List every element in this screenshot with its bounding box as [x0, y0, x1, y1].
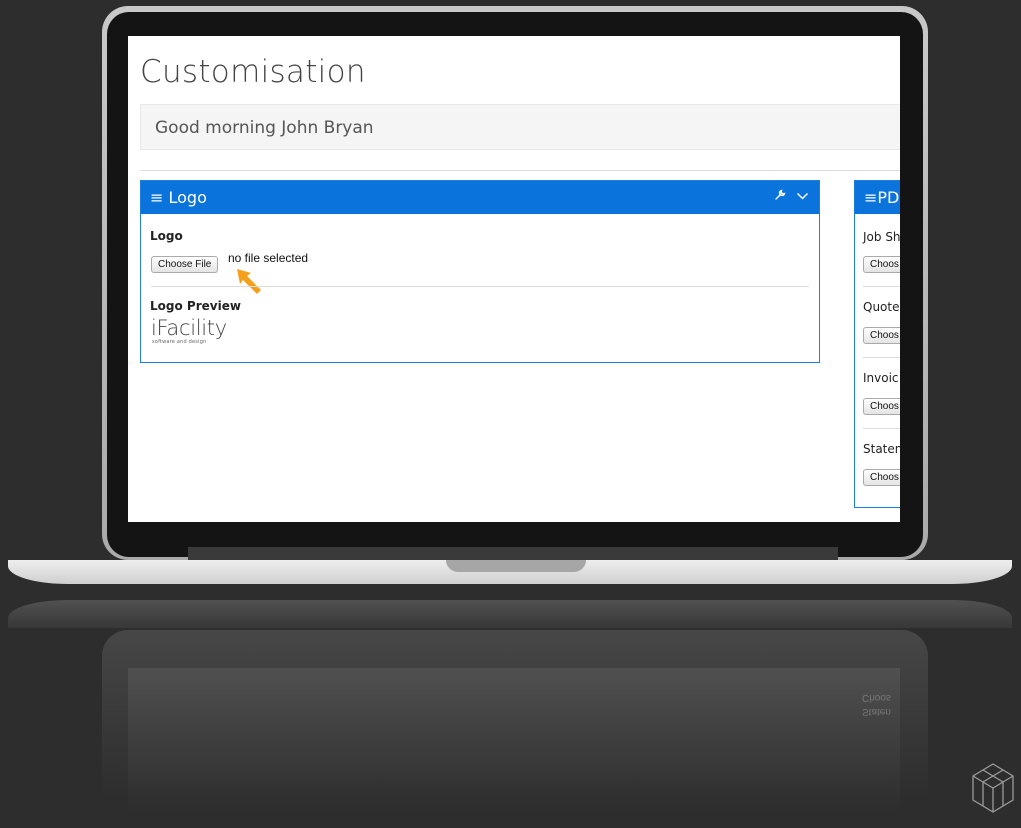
greeting-text: Good morning John Bryan: [155, 118, 374, 138]
app-screen: Customisation Good morning John Bryan ≡ …: [128, 36, 900, 522]
choose-file-button[interactable]: Choose File: [151, 256, 219, 273]
section-divider: [151, 286, 809, 287]
hamburger-menu-icon[interactable]: ≡: [864, 188, 877, 207]
laptop-chin: [188, 547, 838, 561]
section-divider: [863, 286, 900, 287]
hexagon-cube-icon: [972, 763, 1014, 813]
pdf-row-label: Quote: [863, 300, 900, 314]
file-status-text: no file selected: [228, 251, 309, 265]
logo-field-label: Logo: [150, 229, 183, 243]
divider: [140, 170, 900, 171]
logo-panel-header: ≡ Logo: [141, 181, 819, 214]
pdf-choose-button[interactable]: Choos: [863, 398, 900, 415]
panel-tools: [774, 189, 809, 204]
logo-panel: ≡ Logo Logo Choose File no file selected…: [140, 180, 820, 363]
pdf-panel-header: ≡PD: [855, 181, 900, 214]
pointer-arrow-icon: [237, 269, 261, 294]
logo-preview-label: Logo Preview: [150, 299, 241, 313]
pdf-row-label: Job Sh: [863, 230, 900, 244]
pdf-choose-button[interactable]: Choos: [863, 256, 900, 273]
wrench-icon[interactable]: [774, 189, 790, 204]
pdf-row-label: Invoic: [863, 371, 899, 385]
brand-wordmark: iFacility: [151, 316, 227, 340]
hamburger-menu-icon[interactable]: ≡: [150, 188, 163, 207]
section-divider: [863, 357, 900, 358]
logo-preview-image: iFacility software and design: [151, 317, 227, 345]
chevron-down-icon[interactable]: [796, 189, 809, 204]
logo-panel-title: ≡ Logo: [150, 188, 207, 207]
greeting-bar: Good morning John Bryan: [140, 104, 900, 150]
pdf-choose-button[interactable]: Choos: [863, 327, 900, 344]
laptop-notch: [446, 560, 586, 572]
reflection-base: [8, 600, 1012, 628]
pdf-row-label: Staten: [863, 442, 900, 456]
pdf-choose-button[interactable]: Choos: [863, 469, 900, 486]
reflection-screen: [128, 668, 900, 828]
pdf-panel: ≡PD Job Sh Choos Quote Choos Invoic Choo…: [854, 180, 900, 508]
page-title: Customisation: [140, 54, 366, 90]
section-divider: [863, 428, 900, 429]
pdf-panel-title: ≡PD: [864, 188, 900, 207]
reflection-text: Staten Choos: [862, 692, 891, 717]
